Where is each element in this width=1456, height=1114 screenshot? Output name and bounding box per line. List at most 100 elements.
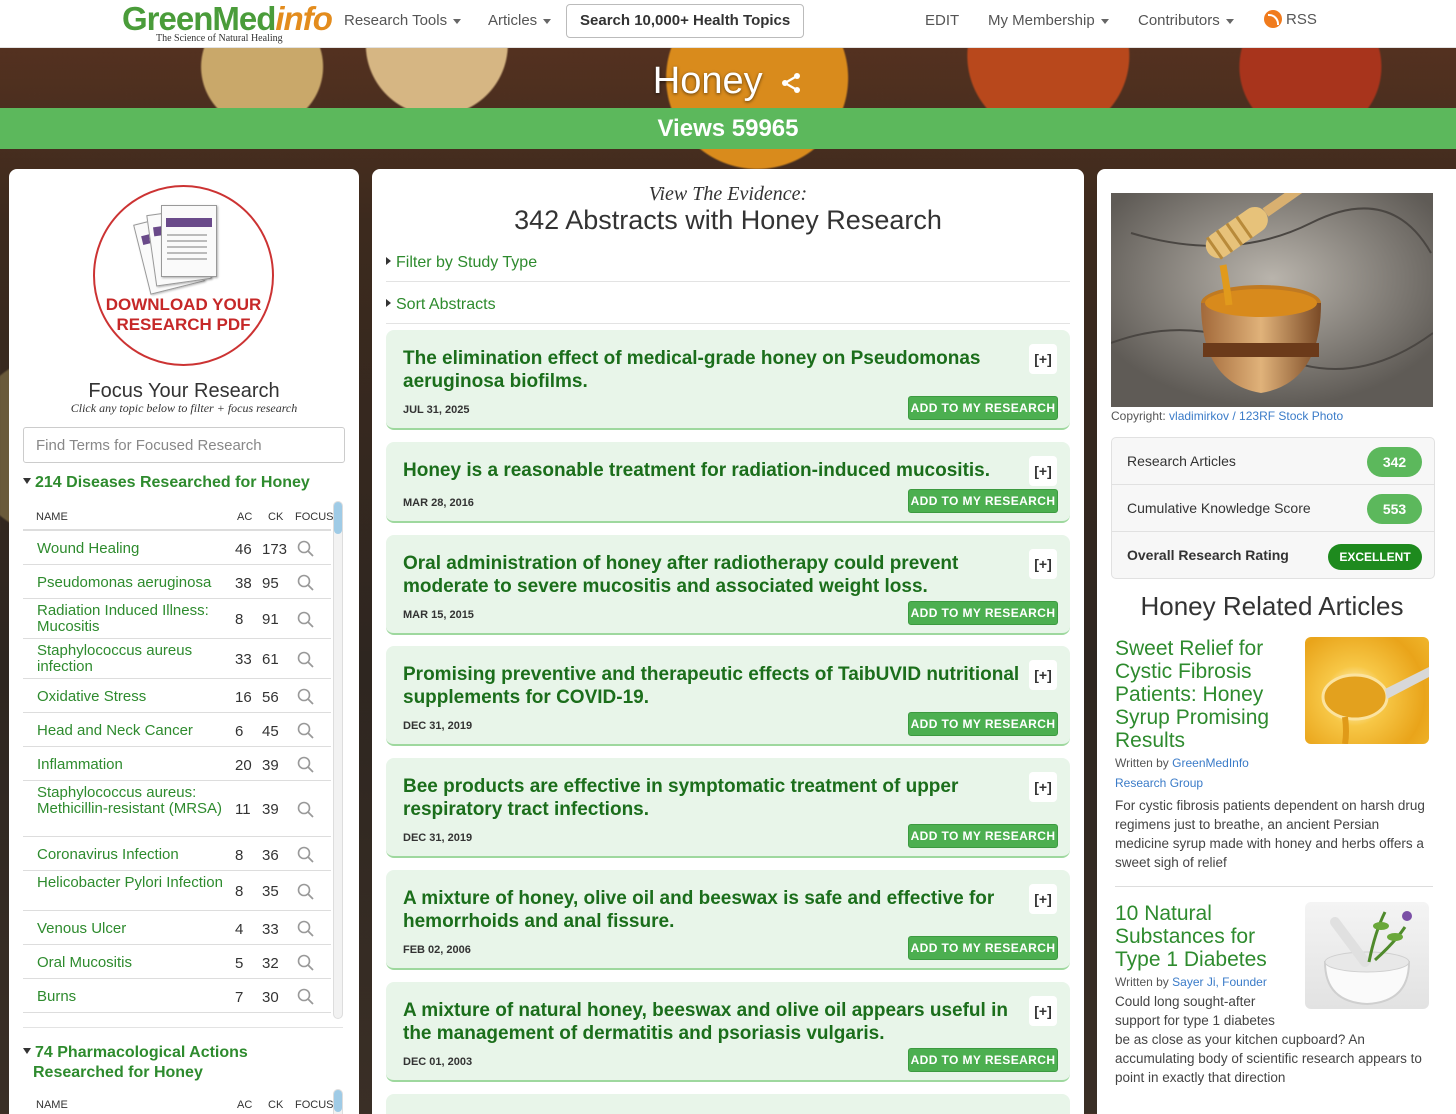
nav-articles[interactable]: Articles bbox=[488, 12, 552, 29]
search-icon[interactable] bbox=[297, 920, 315, 938]
add-to-research-button[interactable]: ADD TO MY RESEARCH bbox=[908, 396, 1058, 420]
row-name[interactable]: Staphylococcus aureus: Methicillin-resis… bbox=[37, 785, 227, 817]
table-row[interactable]: Helicobacter Pylori Infection 8 35 bbox=[23, 871, 331, 911]
col-name[interactable]: NAME bbox=[36, 511, 68, 523]
search-icon[interactable] bbox=[297, 954, 315, 972]
expand-button[interactable]: [+] bbox=[1029, 884, 1057, 914]
row-name[interactable]: Inflammation bbox=[37, 757, 227, 773]
add-to-research-button[interactable]: ADD TO MY RESEARCH bbox=[908, 1048, 1058, 1072]
scrollbar-thumb[interactable] bbox=[334, 1090, 342, 1112]
col-ck[interactable]: CK bbox=[268, 511, 283, 523]
search-icon[interactable] bbox=[297, 651, 315, 669]
search-icon[interactable] bbox=[297, 846, 315, 864]
download-pdf-button[interactable]: DOWNLOAD YOUR RESEARCH PDF bbox=[93, 185, 274, 366]
add-to-research-button[interactable]: ADD TO MY RESEARCH bbox=[908, 712, 1058, 736]
table-row[interactable]: Staphylococcus aureus infection 33 61 bbox=[23, 639, 331, 679]
nav-contributors[interactable]: Contributors bbox=[1138, 12, 1234, 29]
abstract-title[interactable]: A mixture of honey, olive oil and beeswa… bbox=[403, 887, 1023, 933]
author-link-2[interactable]: Research Group bbox=[1115, 776, 1203, 790]
stat-label: Overall Research Rating bbox=[1127, 547, 1289, 563]
row-name[interactable]: Staphylococcus aureus infection bbox=[37, 643, 227, 675]
related-article-title[interactable]: 10 Natural Substances for Type 1 Diabete… bbox=[1115, 902, 1305, 971]
honey-spoon-image[interactable] bbox=[1305, 637, 1429, 744]
col-ac[interactable]: AC bbox=[237, 1099, 252, 1111]
row-name[interactable]: Helicobacter Pylori Infection bbox=[37, 875, 227, 891]
abstract-title[interactable]: Promising preventive and therapeutic eff… bbox=[403, 663, 1023, 709]
row-name[interactable]: Coronavirus Infection bbox=[37, 847, 227, 863]
col-ac[interactable]: AC bbox=[237, 511, 252, 523]
view-evidence-label: View The Evidence: bbox=[648, 183, 808, 205]
site-logo[interactable]: GreenMedinfo The Science of Natural Heal… bbox=[122, 0, 333, 48]
table-row[interactable]: Wound Healing 46 173 bbox=[23, 531, 331, 565]
row-name[interactable]: Wound Healing bbox=[37, 541, 227, 557]
row-name[interactable]: Venous Ulcer bbox=[37, 921, 227, 937]
table-row[interactable]: Head and Neck Cancer 6 45 bbox=[23, 713, 331, 747]
nav-my-membership[interactable]: My Membership bbox=[988, 12, 1109, 29]
pharm-section-toggle[interactable]: 74 Pharmacological Actions Researched fo… bbox=[23, 1043, 248, 1083]
row-name[interactable]: Pseudomonas aeruginosa bbox=[37, 575, 237, 591]
add-to-research-button[interactable]: ADD TO MY RESEARCH bbox=[908, 601, 1058, 625]
search-icon[interactable] bbox=[297, 883, 315, 901]
scrollbar-thumb[interactable] bbox=[334, 502, 342, 534]
col-name[interactable]: NAME bbox=[36, 1099, 68, 1111]
table-row[interactable]: Staphylococcus aureus: Methicillin-resis… bbox=[23, 781, 331, 837]
nav-edit[interactable]: EDIT bbox=[925, 12, 959, 29]
search-icon[interactable] bbox=[297, 611, 315, 629]
row-name[interactable]: Oral Mucositis bbox=[37, 955, 227, 971]
col-ck[interactable]: CK bbox=[268, 1099, 283, 1111]
table-row[interactable]: Oral Mucositis 5 32 bbox=[23, 945, 331, 979]
author-link[interactable]: Sayer Ji, Founder bbox=[1172, 975, 1267, 989]
search-icon[interactable] bbox=[297, 722, 315, 740]
row-ac: 46 bbox=[235, 541, 252, 558]
abstract-title[interactable]: The elimination effect of medical-grade … bbox=[403, 347, 1023, 393]
table-row[interactable]: Inflammation 20 39 bbox=[23, 747, 331, 781]
pharm-table-scrollbar[interactable] bbox=[333, 1089, 343, 1114]
row-name[interactable]: Oxidative Stress bbox=[37, 689, 227, 705]
add-to-research-button[interactable]: ADD TO MY RESEARCH bbox=[908, 936, 1058, 960]
table-row[interactable]: Pseudomonas aeruginosa 38 95 bbox=[23, 565, 331, 599]
diseases-section-toggle[interactable]: 214 Diseases Researched for Honey bbox=[23, 473, 310, 493]
row-name[interactable]: Burns bbox=[37, 989, 227, 1005]
nav-research-tools[interactable]: Research Tools bbox=[344, 12, 462, 29]
expand-button[interactable]: [+] bbox=[1029, 660, 1057, 690]
abstract-title[interactable]: Honey is a reasonable treatment for radi… bbox=[403, 459, 1023, 482]
abstract-title[interactable]: Bee products are effective in symptomati… bbox=[403, 775, 1023, 821]
table-row[interactable]: Radiation Induced Illness: Mucositis 8 91 bbox=[23, 599, 331, 639]
share-icon[interactable] bbox=[779, 71, 803, 95]
expand-button[interactable]: [+] bbox=[1029, 344, 1057, 374]
search-icon[interactable] bbox=[297, 801, 315, 819]
expand-button[interactable]: [+] bbox=[1029, 996, 1057, 1026]
search-icon[interactable] bbox=[297, 756, 315, 774]
table-row[interactable]: Oxidative Stress 16 56 bbox=[23, 679, 331, 713]
search-icon[interactable] bbox=[297, 574, 315, 592]
row-ac: 7 bbox=[235, 989, 244, 1006]
abstract-title[interactable]: A mixture of natural honey, beeswax and … bbox=[403, 999, 1023, 1045]
filter-by-study-type[interactable]: Filter by Study Type bbox=[386, 254, 537, 272]
nav-rss[interactable]: RSS bbox=[1264, 10, 1317, 28]
diseases-table-scrollbar[interactable] bbox=[333, 501, 343, 1019]
table-row[interactable]: Burns 7 30 bbox=[23, 979, 331, 1013]
author-link[interactable]: GreenMedInfo bbox=[1172, 756, 1249, 770]
logo-tagline: The Science of Natural Healing bbox=[156, 33, 283, 44]
abstract-title[interactable]: Oral administration of honey after radio… bbox=[403, 552, 1023, 598]
add-to-research-button[interactable]: ADD TO MY RESEARCH bbox=[908, 824, 1058, 848]
row-name[interactable]: Radiation Induced Illness: Mucositis bbox=[37, 603, 227, 635]
table-row[interactable]: Coronavirus Infection 8 36 bbox=[23, 837, 331, 871]
sort-abstracts[interactable]: Sort Abstracts bbox=[386, 296, 496, 314]
abstracts-count-title: 342 Abstracts with Honey Research bbox=[514, 205, 942, 235]
excerpt-line: medicine syrup made with honey and herbs… bbox=[1115, 836, 1424, 851]
expand-button[interactable]: [+] bbox=[1029, 456, 1057, 486]
expand-button[interactable]: [+] bbox=[1029, 772, 1057, 802]
row-name[interactable]: Head and Neck Cancer bbox=[37, 723, 227, 739]
expand-button[interactable]: [+] bbox=[1029, 549, 1057, 579]
copyright-link[interactable]: vladimirkov / 123RF Stock Photo bbox=[1169, 409, 1343, 423]
find-terms-input[interactable] bbox=[23, 427, 345, 463]
divider bbox=[1115, 886, 1433, 887]
table-row[interactable]: Venous Ulcer 4 33 bbox=[23, 911, 331, 945]
search-topics-button[interactable]: Search 10,000+ Health Topics bbox=[566, 4, 804, 38]
search-icon[interactable] bbox=[297, 688, 315, 706]
search-icon[interactable] bbox=[297, 540, 315, 558]
search-icon[interactable] bbox=[297, 988, 315, 1006]
related-article-title[interactable]: Sweet Relief for Cystic Fibrosis Patient… bbox=[1115, 637, 1305, 752]
add-to-research-button[interactable]: ADD TO MY RESEARCH bbox=[908, 489, 1058, 513]
